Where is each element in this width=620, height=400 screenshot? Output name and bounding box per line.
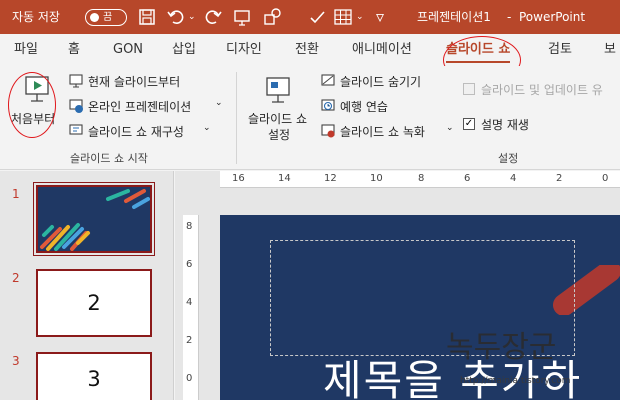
ruler-v-0: 0 [186, 373, 193, 384]
toggle-knob [90, 13, 99, 22]
slide-1-decoration [40, 189, 150, 251]
save-icon[interactable] [136, 6, 158, 28]
watermark-url: http://mainia.tistory.com [460, 376, 571, 386]
tab-file[interactable]: 파일 [14, 34, 38, 66]
ruler-h-6: 6 [464, 173, 471, 184]
slide-number-2: 2 [12, 271, 20, 285]
record-dropdown-icon[interactable]: ⌄ [446, 123, 454, 133]
ruler-h-16: 16 [232, 173, 245, 184]
ruler-v-4: 4 [186, 297, 193, 308]
ruler-h-8: 8 [418, 173, 425, 184]
ruler-h-0: 0 [602, 173, 609, 184]
group-label-setup: 설정 [498, 152, 519, 165]
tab-view-partial[interactable]: 보 [604, 34, 616, 66]
table-icon[interactable] [332, 6, 354, 28]
undo-icon[interactable] [165, 6, 187, 28]
play-narrations-checkbox[interactable] [463, 83, 475, 95]
ribbon-tabs: 파일 홈 GON 삽입 디자인 전환 애니메이션 슬라이드 쇼 검토 보 [0, 34, 620, 66]
tab-insert[interactable]: 삽입 [172, 34, 196, 66]
ruler-h-10: 10 [370, 173, 383, 184]
tab-review[interactable]: 검토 [548, 34, 572, 66]
title-separator: - [507, 10, 512, 24]
custom-show-icon [69, 124, 83, 135]
slide-number-1: 1 [12, 187, 20, 201]
app-name: PowerPoint [519, 10, 586, 24]
play-narrations-label: 슬라이드 및 업데이트 유 [481, 83, 603, 97]
show-media-controls-label: 설명 재생 [481, 118, 529, 132]
tab-gon[interactable]: GON [113, 34, 143, 66]
record-slideshow-button[interactable]: 슬라이드 쇼 녹화 [340, 123, 425, 140]
rehearse-timings-button[interactable]: 예행 연습 [340, 98, 388, 115]
ribbon-panel: 처음부터 현재 슬라이드부터 온라인 프레젠테이션 ⌄ 슬라이드 쇼 재구성 ⌄… [0, 66, 620, 170]
group-separator [236, 72, 237, 164]
ruler-h-2: 2 [556, 173, 563, 184]
ruler-v-6: 6 [186, 259, 193, 270]
slide-thumbnail-3[interactable]: 3 [36, 352, 152, 400]
start-slideshow-icon[interactable] [232, 6, 254, 28]
autosave-toggle[interactable]: 끔 [85, 9, 127, 26]
watermark-text: 녹두장군 [446, 330, 557, 365]
group-label-start: 슬라이드 쇼 시작 [70, 152, 148, 165]
record-slideshow-icon [321, 124, 335, 138]
tab-home[interactable]: 홈 [68, 34, 80, 66]
tab-animations[interactable]: 애니메이션 [352, 34, 412, 66]
ruler-h-12: 12 [324, 173, 337, 184]
title-bar: 자동 저장 끔 ⌄ ⌄ ▿ 프레젠테이션1 - PowerPoint [0, 0, 620, 34]
slide-thumbnail-1[interactable] [33, 182, 155, 256]
spelling-check-icon[interactable] [306, 6, 328, 28]
tab-slideshow[interactable]: 슬라이드 쇼 [446, 34, 511, 66]
tab-transitions[interactable]: 전환 [295, 34, 319, 66]
custom-show-dropdown-icon[interactable]: ⌄ [203, 123, 211, 133]
autosave-label: 자동 저장 [12, 10, 60, 24]
play-from-beginning-icon[interactable] [22, 74, 52, 108]
ruler-v-2: 2 [186, 335, 193, 346]
hide-slide-button[interactable]: 슬라이드 숨기기 [340, 73, 421, 90]
custom-show-button[interactable]: 슬라이드 쇼 재구성 [88, 123, 184, 140]
horizontal-ruler: 16 14 12 10 8 6 4 2 0 [220, 171, 620, 188]
tab-design[interactable]: 디자인 [226, 34, 262, 66]
table-dropdown-icon[interactable]: ⌄ [356, 0, 364, 34]
slide-number-3: 3 [12, 354, 20, 368]
ruler-h-14: 14 [278, 173, 291, 184]
present-online-dropdown-icon[interactable]: ⌄ [215, 98, 223, 108]
setup-slideshow-label-1[interactable]: 슬라이드 쇼 [248, 110, 307, 127]
slide-thumbnail-pane: 1 2 2 3 3 [0, 171, 174, 400]
undo-dropdown-icon[interactable]: ⌄ [188, 0, 196, 34]
from-current-slide-button[interactable]: 현재 슬라이드부터 [88, 73, 180, 90]
ruler-h-4: 4 [510, 173, 517, 184]
present-online-icon [69, 99, 83, 113]
from-current-slide-icon [69, 74, 83, 88]
present-online-button[interactable]: 온라인 프레젠테이션 [88, 98, 191, 115]
rehearse-timings-icon [321, 99, 335, 111]
from-beginning-button[interactable]: 처음부터 [11, 110, 55, 127]
hide-slide-icon [321, 74, 335, 86]
redo-icon[interactable] [202, 6, 224, 28]
autosave-state: 끔 [103, 12, 113, 23]
show-media-controls-checkbox[interactable]: ✓ [463, 118, 475, 130]
setup-slideshow-label-2[interactable]: 설정 [268, 126, 290, 143]
ruler-v-8: 8 [186, 221, 193, 232]
shapes-icon[interactable] [262, 6, 284, 28]
document-title: 프레젠테이션1 [417, 10, 491, 24]
setup-slideshow-icon[interactable] [262, 74, 296, 108]
vertical-ruler: 8 6 4 2 0 [183, 215, 199, 400]
slide-thumbnail-2[interactable]: 2 [36, 269, 152, 337]
customize-qat-icon[interactable]: ▿ [376, 0, 384, 34]
